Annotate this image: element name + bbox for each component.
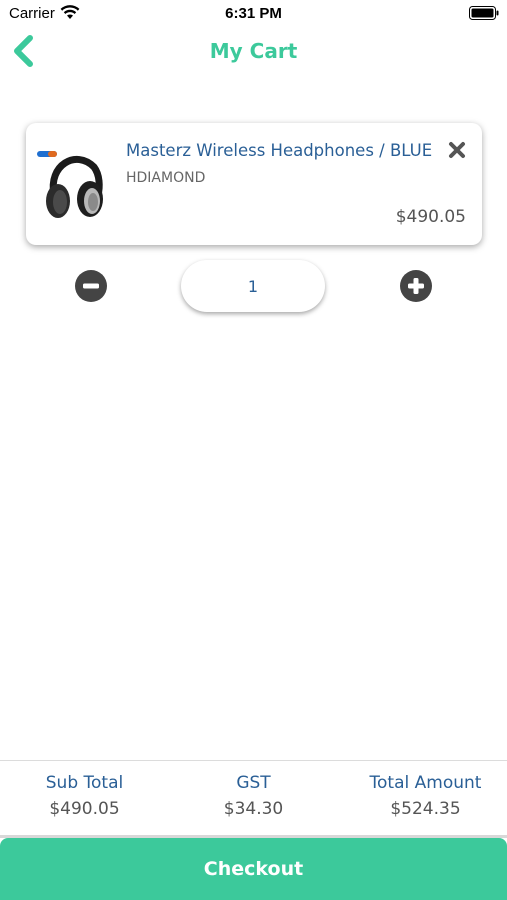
product-name[interactable]: Masterz Wireless Headphones / BLUE bbox=[126, 141, 432, 160]
subtotal-value: $490.05 bbox=[49, 799, 120, 819]
plus-circle-icon[interactable] bbox=[400, 270, 432, 302]
gst-section: GST $34.30 bbox=[169, 773, 338, 819]
minus-circle-icon[interactable] bbox=[75, 270, 107, 302]
product-brand: HDIAMOND bbox=[126, 170, 206, 186]
cart-screen: Carrier 6:31 PM My Cart Masterz Wireless… bbox=[0, 0, 507, 900]
total-section: Total Amount $524.35 bbox=[338, 773, 507, 819]
gst-value: $34.30 bbox=[223, 799, 284, 819]
order-summary: Sub Total $490.05 GST $34.30 Total Amoun… bbox=[0, 760, 507, 838]
item-price: $490.05 bbox=[395, 207, 466, 227]
clock: 6:31 PM bbox=[225, 5, 282, 22]
total-value: $524.35 bbox=[390, 799, 461, 819]
page-title: My Cart bbox=[209, 39, 298, 63]
status-bar: Carrier 6:31 PM bbox=[0, 0, 507, 28]
subtotal-section: Sub Total $490.05 bbox=[0, 773, 169, 819]
subtotal-label: Sub Total bbox=[45, 773, 124, 793]
quantity-field[interactable]: 1 bbox=[181, 260, 325, 312]
headphones-image bbox=[37, 151, 103, 218]
gst-label: GST bbox=[236, 773, 271, 793]
cart-item-card[interactable]: Masterz Wireless Headphones / BLUE HDIAM… bbox=[26, 123, 482, 245]
checkout-button[interactable]: Checkout bbox=[0, 838, 507, 900]
battery-icon bbox=[469, 6, 499, 20]
close-icon[interactable] bbox=[448, 141, 466, 159]
total-label: Total Amount bbox=[369, 773, 482, 793]
